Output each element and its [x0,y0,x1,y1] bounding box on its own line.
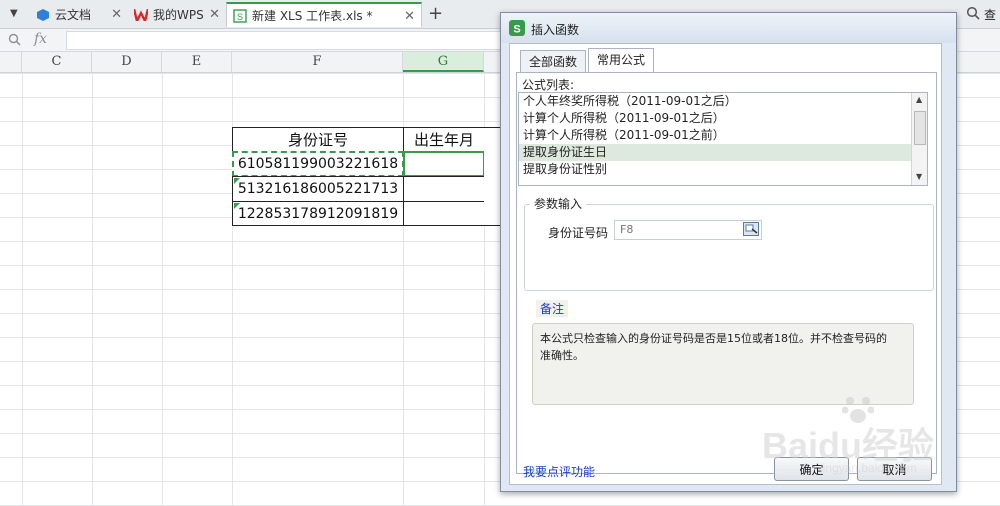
formula-list-label: 公式列表: [522,78,575,92]
param-input-group [524,204,934,291]
range-select-icon[interactable] [743,222,759,239]
tab-label: 云文档 [55,8,92,22]
search-label[interactable]: 查 [984,6,996,23]
id-number-input[interactable]: F8 [614,220,762,240]
cloud-docs-icon [36,8,50,22]
scrollbar[interactable]: ▲ ▼ [911,93,927,185]
list-item[interactable]: 个人年终奖所得税（2011-09-01之后） [519,93,927,110]
table-header-birth-date[interactable]: 出生年月 [403,127,485,152]
wps-logo-icon [134,8,148,22]
ok-button[interactable]: 确定 [774,457,849,481]
tab-cloud-docs[interactable]: 云文档 ✕ [30,2,128,27]
zoom-icon[interactable] [8,33,21,49]
table-cell[interactable] [403,176,485,202]
scroll-up-icon[interactable]: ▲ [916,95,922,104]
search-icon[interactable] [966,6,980,23]
cancel-button[interactable]: 取消 [857,457,932,481]
scroll-thumb[interactable] [914,111,926,145]
tab-label: 我的WPS [153,8,204,22]
tab-my-wps[interactable]: 我的WPS ✕ [128,2,226,27]
note-text: 本公式只检查输入的身份证号码是否是15位或者18位。并不检查号码的准确性。 [540,332,887,362]
column-header-c[interactable]: C [22,52,92,72]
close-icon[interactable]: ✕ [404,9,415,24]
svg-text:S: S [237,12,243,22]
feedback-link[interactable]: 我要点评功能 [523,463,595,480]
table-row[interactable]: 610581199003221618 [232,151,404,177]
spreadsheet-file-icon: S [233,8,247,23]
table-cell[interactable] [403,201,485,226]
formula-list[interactable]: 个人年终奖所得税（2011-09-01之后） 计算个人所得税（2011-09-0… [518,92,928,186]
id-number-value: F8 [620,223,634,236]
table-header-id-number[interactable]: 身份证号 [232,127,404,152]
fx-icon[interactable]: fx [34,31,47,47]
table-row[interactable]: 122853178912091819 [232,201,404,226]
list-item[interactable]: 计算个人所得税（2011-09-01之前） [519,127,927,144]
column-header-e[interactable]: E [162,52,232,72]
dialog-title: 插入函数 [531,23,580,37]
column-header-g[interactable]: G [403,52,484,72]
list-item[interactable]: 计算个人所得税（2011-09-01之后） [519,110,927,127]
close-icon[interactable]: ✕ [209,7,220,22]
tab-all-functions[interactable]: 全部函数 [520,50,587,73]
spreadsheet-app-icon: S [509,20,525,39]
tab-workbook[interactable]: S 新建 XLS 工作表.xls * ✕ [226,2,422,27]
dialog-title-bar[interactable]: S 插入函数 [501,13,956,43]
id-number-label: 身份证号码 [548,226,609,240]
error-indicator-icon [234,178,240,184]
row-header-corner [0,52,22,72]
column-header-d[interactable]: D [92,52,162,72]
note-title: 备注 [536,300,569,317]
list-item[interactable]: 提取身份证性别 [519,161,927,178]
tab-list-dropdown-icon[interactable]: ▼ [10,8,18,19]
table-row[interactable]: 513216186005221713 [232,176,404,202]
insert-function-dialog: S 插入函数 全部函数 常用公式 公式列表: 个人年终奖所得税（2011-09-… [500,12,957,492]
svg-text:S: S [513,24,520,36]
column-header-f[interactable]: F [232,52,403,72]
scroll-down-icon[interactable]: ▼ [916,172,922,181]
table-cell-selected[interactable] [403,151,485,177]
new-tab-icon[interactable]: + [428,3,443,24]
formula-input[interactable] [66,31,508,50]
error-indicator-icon [234,203,240,209]
close-icon[interactable]: ✕ [111,7,122,22]
param-group-title: 参数输入 [530,195,587,212]
tab-label: 新建 XLS 工作表.xls * [252,9,373,23]
list-item-selected[interactable]: 提取身份证生日 [519,144,927,161]
dialog-body: 全部函数 常用公式 公式列表: 个人年终奖所得税（2011-09-01之后） 计… [509,43,942,485]
tab-common-formulas[interactable]: 常用公式 [588,48,655,73]
